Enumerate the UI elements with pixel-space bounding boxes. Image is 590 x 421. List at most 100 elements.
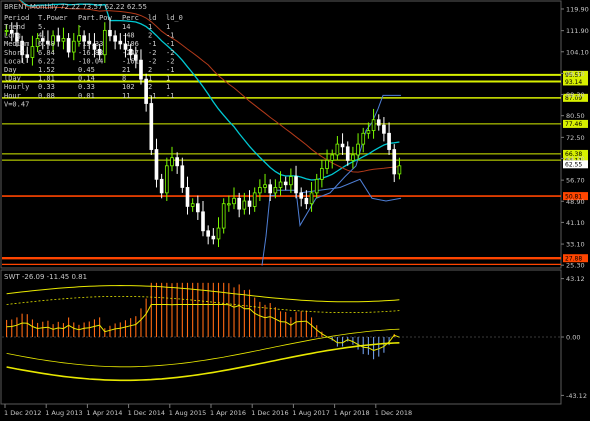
price-tick-label: 119.90 xyxy=(566,5,589,13)
candle-body xyxy=(330,154,335,161)
table-cell: -10.04 xyxy=(78,57,103,65)
price-tick-label: 56.70 xyxy=(566,177,585,185)
table-header: T.Power xyxy=(38,14,68,22)
trading-chart[interactable]: 95.5793.1487.0977.4666.3864.1162.5550.81… xyxy=(0,0,590,421)
price-tick-label: 48.90 xyxy=(566,198,585,206)
price-axis: 119.90 111.90 104.10 96.10 88.30 80.50 72.50 64… xyxy=(561,5,589,270)
candle-body xyxy=(211,235,216,240)
candle-body xyxy=(170,157,174,167)
table-header: ld xyxy=(148,14,156,22)
price-tick-label: 41.10 xyxy=(566,219,585,227)
time-label: 1 Apr 2016 xyxy=(210,409,246,417)
candle-body xyxy=(278,181,283,188)
indicator-tick-label: 43.12 xyxy=(566,275,585,283)
table-header: ld_0 xyxy=(166,14,183,22)
chart-title: BRENT,Monthly 72.22 73.57 62.22 62.55 xyxy=(4,3,147,11)
candle-body xyxy=(25,54,30,58)
candle-body xyxy=(227,203,231,206)
table-cell: 11 xyxy=(122,92,130,100)
table-cell: -1 xyxy=(166,32,174,40)
price-tag: 93.14 xyxy=(563,77,588,86)
price-tick-label: 33.10 xyxy=(566,241,585,249)
candle-body xyxy=(108,29,112,37)
price-tick-label: 96.10 xyxy=(566,70,585,78)
time-label: 1 Dec 2012 xyxy=(4,409,41,417)
table-cell: 2 xyxy=(148,83,152,91)
price-tag: 77.46 xyxy=(563,119,588,128)
table-cell: 0.14 xyxy=(78,75,95,83)
table-footer: V=0.47 xyxy=(4,100,29,108)
time-label: 1 Aug 2013 xyxy=(45,409,83,417)
price-tick-label: 111.90 xyxy=(566,27,589,35)
table-cell: -1 xyxy=(148,40,156,48)
table-cell: 0.33 xyxy=(38,83,55,91)
table-cell: Local xyxy=(4,57,25,65)
table-cell: Medium xyxy=(4,40,29,48)
candle-body xyxy=(299,192,304,199)
candle-body xyxy=(345,146,350,161)
candle-body xyxy=(216,227,221,240)
table-cell: -2 xyxy=(148,49,156,57)
table-cell: Hour xyxy=(4,92,21,100)
table-cell: -15.33 xyxy=(78,40,103,48)
table-cell: -2 xyxy=(166,49,174,57)
table-cell: -48 xyxy=(122,32,135,40)
candle-body xyxy=(351,154,355,161)
candle-body xyxy=(232,197,236,205)
candle-body xyxy=(376,119,381,126)
table-cell: 1.52 xyxy=(38,66,55,74)
candle-body xyxy=(190,203,195,207)
candle-body xyxy=(304,197,309,205)
candle-body xyxy=(335,143,340,156)
candle-body xyxy=(71,40,76,53)
table-cell: -1 xyxy=(166,66,174,74)
table-cell: 8 xyxy=(122,75,126,83)
candle-body xyxy=(273,187,278,194)
price-tick-label: 72.50 xyxy=(566,134,585,142)
table-cell: 1 xyxy=(148,23,152,31)
candle-body xyxy=(382,124,386,134)
candle-body xyxy=(149,103,154,150)
candle-body xyxy=(371,119,376,131)
table-cell: -2 xyxy=(166,57,174,65)
candle-body xyxy=(320,168,324,180)
candle-body xyxy=(154,149,159,180)
table-cell: 4. xyxy=(38,32,46,40)
price-tick-label: 88.30 xyxy=(566,91,585,99)
table-cell: 6.22 xyxy=(38,57,55,65)
table-header: Perc xyxy=(122,14,139,22)
table-cell: 0.45 xyxy=(78,66,95,74)
price-tick-label: 104.10 xyxy=(566,48,589,56)
indicator-axis: 43.12 0.00 -43.12 xyxy=(561,275,587,400)
candle-body xyxy=(201,211,205,232)
table-cell: 0.08 xyxy=(38,92,55,100)
candle-body xyxy=(164,165,169,194)
candle-body xyxy=(309,192,314,205)
time-label: 1 Dec 2016 xyxy=(251,409,288,417)
table-cell: - xyxy=(78,32,82,40)
candle-body xyxy=(314,178,319,194)
time-label: 1 Aug 2015 xyxy=(169,409,207,417)
table-cell: 0.33 xyxy=(78,83,95,91)
table-cell: -16.88 xyxy=(78,49,103,57)
table-cell: -1 xyxy=(148,92,156,100)
candle-body xyxy=(30,46,35,58)
time-label: 1 Apr 2014 xyxy=(86,409,122,417)
table-cell: -161 xyxy=(122,57,139,65)
table-cell: 102 xyxy=(122,83,135,91)
time-label: 1 Dec 2018 xyxy=(375,409,412,417)
candle-body xyxy=(221,203,226,229)
candle-body xyxy=(366,130,371,134)
table-cell: Long xyxy=(4,32,21,40)
indicator-tick-label: -43.12 xyxy=(566,392,587,400)
price-tag-label: 77.46 xyxy=(565,121,582,128)
table-cell: -247 xyxy=(122,49,139,57)
table-cell: lDay xyxy=(4,75,21,83)
candle-body xyxy=(66,38,71,53)
candle-body xyxy=(113,35,117,42)
table-cell: 1.81 xyxy=(38,75,55,83)
candle-body xyxy=(139,59,143,80)
candle-body xyxy=(237,197,242,210)
table-cell: 1 xyxy=(166,75,170,83)
price-tag-label: 93.14 xyxy=(565,79,582,86)
